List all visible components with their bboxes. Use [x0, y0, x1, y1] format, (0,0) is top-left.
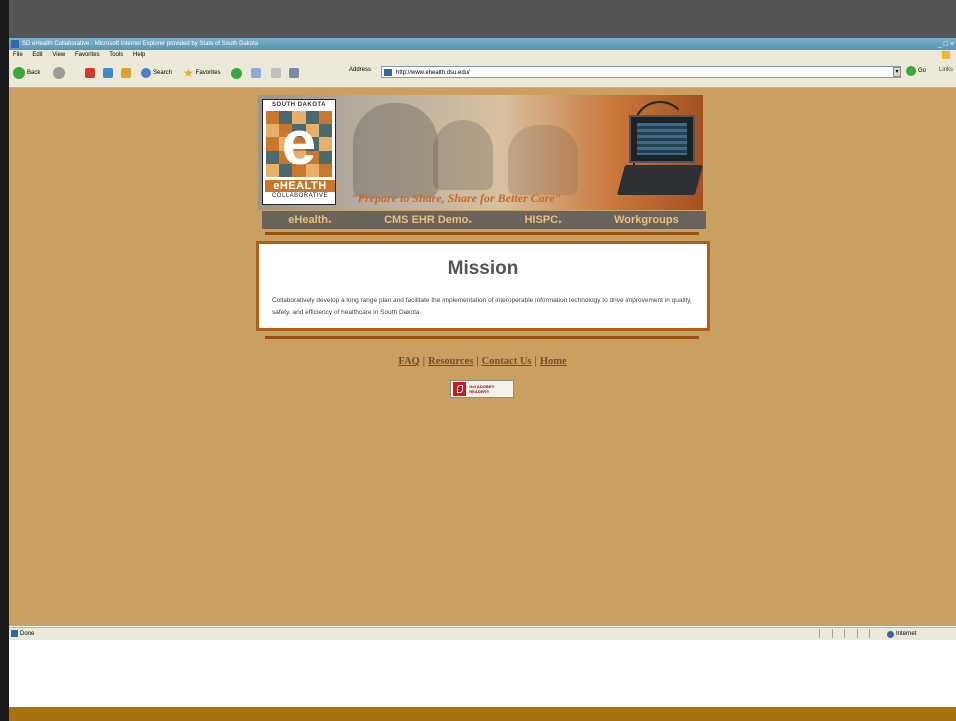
refresh-button[interactable] [103, 66, 113, 80]
mission-statement: Collaboratively develop a long range pla… [272, 297, 692, 316]
rushmore-face [433, 120, 493, 190]
rushmore-face [508, 125, 578, 195]
menu-help[interactable]: Help [133, 52, 145, 58]
address-dropdown[interactable]: ▾ [893, 67, 901, 77]
logo-subtitle: COLLABORATIVE [271, 193, 329, 199]
page-icon [384, 69, 392, 76]
nav-hispc[interactable]: HISPC [524, 214, 561, 226]
slide-top-band [9, 0, 956, 38]
go-button[interactable]: Go [906, 66, 926, 76]
main-nav: eHealth CMS EHR Demo HISPC Workgroups [262, 211, 706, 229]
nav-ehealth[interactable]: eHealth [288, 214, 331, 226]
address-label: Address [349, 67, 372, 73]
menu-tools[interactable]: Tools [109, 52, 123, 58]
laptop-screen [629, 115, 695, 163]
contact-us-link[interactable]: Contact Us [482, 356, 532, 367]
links-label[interactable]: Links [939, 67, 953, 73]
divider-top [265, 232, 699, 235]
globe-icon [887, 630, 894, 638]
menu-file[interactable]: File [13, 52, 23, 58]
laptop-keyboard [616, 165, 703, 195]
security-zone: Internet [887, 628, 916, 640]
go-arrow-icon [906, 66, 916, 76]
address-input[interactable]: http://www.ehealth.dsu.edu/ [381, 66, 901, 78]
browser-toolbar: Back Search ★ Favorites Address http://w… [9, 60, 956, 88]
window-title: SD eHealth Collaborative - Microsoft Int… [22, 41, 259, 47]
back-label: Back [27, 70, 41, 76]
menu-bar: File Edit View Favorites Tools Help [9, 50, 956, 60]
mail-icon [251, 68, 261, 78]
adobe-badge-text: Get ADOBE® READER® [469, 384, 495, 394]
window-controls[interactable]: _ □ × [938, 39, 954, 50]
page-status-icon [11, 630, 18, 637]
favorites-button[interactable]: ★ Favorites [183, 66, 220, 80]
edit-icon [289, 68, 299, 78]
home-link[interactable]: Home [540, 356, 567, 367]
menu-favorites[interactable]: Favorites [75, 52, 100, 58]
search-icon [141, 68, 151, 78]
slide-left-edge [0, 0, 9, 721]
star-icon: ★ [183, 66, 194, 80]
menu-view[interactable]: View [52, 52, 65, 58]
history-icon [231, 67, 242, 79]
nav-cms-ehr-demo[interactable]: CMS EHR Demo [384, 214, 472, 226]
edit-button[interactable] [289, 66, 299, 80]
adobe-pdf-icon [453, 382, 467, 396]
footer-separator: | [534, 356, 537, 367]
logo-name: eHEALTH [265, 180, 335, 192]
logo-state: SOUTH DAKOTA [272, 102, 326, 108]
get-adobe-reader-badge[interactable]: Get ADOBE® READER® [450, 380, 514, 398]
search-label: Search [153, 70, 173, 76]
divider-bottom [265, 336, 699, 339]
slide-bottom-band [9, 707, 956, 721]
address-value: http://www.ehealth.dsu.edu/ [396, 70, 470, 76]
header-banner: SOUTH DAKOTA e eHEALTH COLLABORATIVE "Pr… [258, 95, 703, 210]
logo-letter: e [281, 109, 317, 178]
resources-link[interactable]: Resources [428, 356, 473, 367]
print-icon [271, 68, 281, 78]
page-viewport: SOUTH DAKOTA e eHEALTH COLLABORATIVE "Pr… [9, 88, 956, 626]
back-button[interactable]: Back [13, 66, 40, 80]
windows-logo-icon [942, 51, 950, 59]
faq-link[interactable]: FAQ [398, 356, 419, 367]
ie-icon [11, 40, 19, 48]
print-button[interactable] [271, 66, 281, 80]
history-button[interactable] [231, 66, 242, 80]
mount-rushmore-image [353, 103, 438, 198]
search-button[interactable]: Search [141, 66, 172, 80]
status-text: Done [20, 631, 35, 637]
nav-workgroups[interactable]: Workgroups [614, 214, 680, 226]
back-arrow-icon [13, 67, 25, 79]
menu-edit[interactable]: Edit [32, 52, 42, 58]
mail-button[interactable] [251, 66, 261, 80]
go-label: Go [918, 68, 927, 74]
zone-label: Internet [896, 631, 917, 637]
footer-links: FAQ | Resources | Contact Us | Home [9, 356, 956, 367]
forward-button[interactable] [53, 66, 65, 80]
mission-panel: Mission Collaboratively develop a long r… [256, 241, 710, 331]
home-icon [121, 68, 131, 78]
ehealth-logo[interactable]: SOUTH DAKOTA e eHEALTH COLLABORATIVE [262, 99, 336, 205]
favorites-label: Favorites [195, 70, 221, 76]
stop-button[interactable] [85, 66, 95, 80]
laptop-stethoscope-image [616, 101, 703, 201]
slide: SD eHealth Collaborative - Microsoft Int… [0, 0, 956, 721]
forward-arrow-icon [53, 67, 65, 79]
home-button[interactable] [121, 66, 131, 80]
banner-tagline: "Prepare to Share, Share for Better Care… [351, 191, 562, 205]
refresh-icon [103, 68, 113, 78]
browser-title-bar[interactable]: SD eHealth Collaborative - Microsoft Int… [9, 38, 956, 50]
footer-separator: | [422, 356, 426, 367]
status-panes [819, 629, 881, 638]
status-bar: Done Internet [9, 627, 956, 640]
mission-heading: Mission [447, 258, 519, 279]
footer-separator: | [476, 356, 479, 367]
stop-icon [85, 68, 95, 78]
